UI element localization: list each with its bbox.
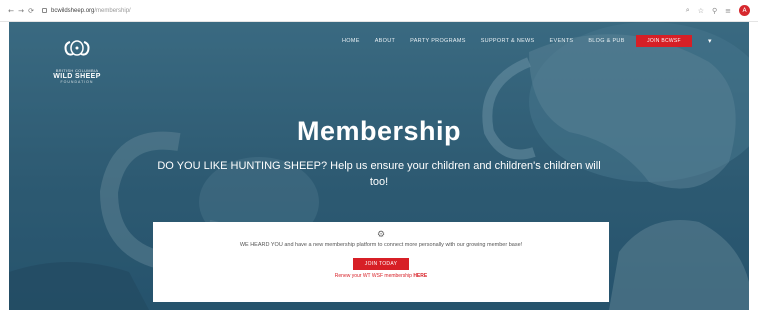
reload-icon[interactable]: ⟳ [26, 7, 36, 15]
nav-events[interactable]: EVENTS [550, 38, 574, 44]
gear-icon: ⚙ [376, 230, 386, 240]
membership-description: WE HEARD YOU and have a new membership p… [239, 242, 523, 248]
menu-icon[interactable]: ≡ [725, 7, 731, 15]
lock-icon [42, 8, 47, 13]
nav-about[interactable]: ABOUT [375, 38, 395, 44]
main-navigation: HOME ABOUT PARTY PROGRAMS SUPPORT & NEWS… [342, 38, 625, 44]
join-button[interactable]: JOIN BCWSF [636, 35, 692, 47]
logo-subtitle: FOUNDATION [60, 80, 94, 84]
url-host: bcwildsheep.org [51, 7, 95, 14]
renew-link[interactable]: HERE [413, 273, 427, 279]
zoom-icon[interactable]: ⌕ [686, 6, 690, 15]
nav-blog[interactable]: BLOG & PUB [588, 38, 624, 44]
nav-party-programs[interactable]: PARTY PROGRAMS [410, 38, 466, 44]
extensions-icon[interactable]: ⚲ [712, 7, 717, 15]
nav-support-news[interactable]: SUPPORT & NEWS [481, 38, 535, 44]
logo-name: WILD SHEEP [53, 73, 101, 80]
hero-section: BRITISH COLUMBIA WILD SHEEP FOUNDATION H… [9, 22, 749, 310]
forward-icon[interactable]: → [16, 7, 26, 15]
browser-toolbar: ← → ⟳ bcwildsheep.org/membership/ ⌕ ☆ ⚲ … [0, 0, 758, 22]
profile-avatar[interactable]: A [739, 5, 750, 16]
join-today-button[interactable]: JOIN TODAY [353, 258, 409, 270]
renew-label: Renew your WT WSF membership [334, 273, 412, 279]
back-icon[interactable]: ← [6, 7, 16, 15]
renew-text: Renew your WT WSF membership HERE [153, 273, 609, 279]
url-text: bcwildsheep.org/membership/ [51, 8, 131, 14]
membership-card: ⚙ WE HEARD YOU and have a new membership… [153, 222, 609, 302]
browser-actions: ⌕ ☆ ⚲ ≡ A [686, 5, 750, 16]
logo-region: BRITISH COLUMBIA [55, 68, 99, 73]
hero-subtitle: DO YOU LIKE HUNTING SHEEP? Help us ensur… [157, 160, 601, 188]
address-bar[interactable]: bcwildsheep.org/membership/ [42, 5, 602, 17]
star-icon[interactable]: ☆ [698, 7, 704, 15]
chevron-down-icon[interactable]: ▾ [708, 37, 712, 45]
site-logo[interactable]: BRITISH COLUMBIA WILD SHEEP FOUNDATION [47, 36, 107, 84]
ram-logo-icon [64, 40, 90, 56]
url-path: /membership/ [94, 7, 131, 14]
page-title: Membership [296, 116, 462, 146]
nav-home[interactable]: HOME [342, 38, 360, 44]
